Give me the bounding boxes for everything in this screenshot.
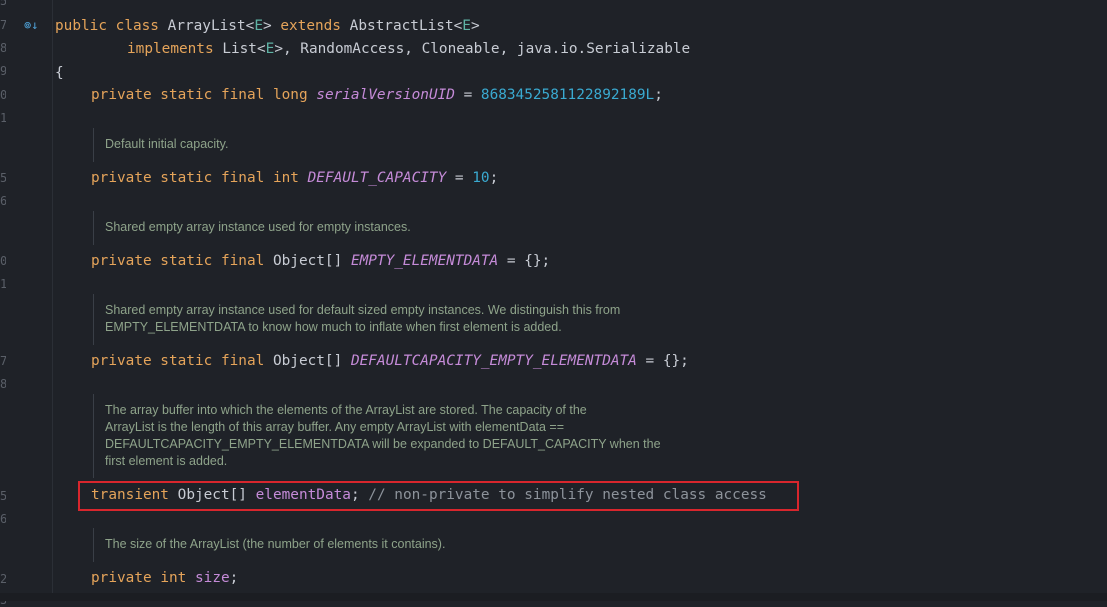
generic-e-2: E [462,18,471,34]
doc-line: DEFAULTCAPACITY_EMPTY_ELEMENTDATA will b… [105,437,661,451]
default-empty-rest: = {}; [636,353,689,369]
serial-semi: ; [654,87,663,103]
default-capacity-eq: = [446,170,473,186]
implements-generic-e: E [265,41,275,57]
keyword-transient: transient [91,487,169,503]
doc-line: ArrayList is the length of this array bu… [105,420,565,434]
implements-rest: , RandomAccess, Cloneable, java.io.Seria… [282,41,691,57]
doc-elementdata: The array buffer into which the elements… [93,394,661,478]
interface-list[interactable]: List [222,41,257,57]
keyword-extends: extends [280,18,341,34]
serial-modifiers: private static final [91,87,265,103]
serial-type: long [272,87,308,103]
default-empty-type: Object[] [272,353,343,369]
gt-1: > [262,18,272,34]
keyword-public: public [55,18,107,34]
line-number: 7 [0,18,6,32]
doc-line: Shared empty array instance used for def… [105,303,621,317]
serial-eq: = [454,87,481,103]
element-data-name[interactable]: elementData [256,487,351,503]
doc-size: The size of the ArrayList (the number of… [93,528,445,562]
empty-elementdata-type: Object[] [272,253,343,269]
size-type: int [160,570,187,586]
code-editor[interactable]: public class ArrayList<E> extends Abstra… [55,0,1107,601]
line-number: 9 [0,64,6,78]
line-number: 7 [0,354,6,368]
size-name[interactable]: size [195,570,230,586]
default-capacity-line: private static final int DEFAULT_CAPACIT… [91,167,498,189]
line-number: 5 [0,171,6,185]
serial-field-name[interactable]: serialVersionUID [316,87,455,103]
doc-default-empty-elementdata: Shared empty array instance used for def… [93,294,620,345]
element-data-type: Object[] [177,487,247,503]
doc-line: EMPTY_ELEMENTDATA to know how much to in… [105,320,562,334]
doc-default-capacity: Default initial capacity. [93,128,228,162]
line-number: 6 [0,512,6,526]
line-number: 0 [0,254,6,268]
lt-1: < [245,18,255,34]
implements-icon[interactable]: ⊚↓ [24,17,40,33]
empty-elementdata-modifiers: private static final [91,253,265,269]
size-line: private int size; [91,567,238,589]
empty-elementdata-name[interactable]: EMPTY_ELEMENTDATA [351,253,498,269]
serial-value: 8683452581122892189L [480,87,655,103]
open-brace: { [55,65,64,81]
size-modifiers: private [91,570,152,586]
class-declaration-line: public class ArrayList<E> extends Abstra… [55,15,480,37]
default-capacity-modifiers: private static final [91,170,265,186]
line-number: 6 [0,194,6,208]
line-number: 8 [0,377,6,391]
default-empty-modifiers: private static final [91,353,265,369]
line-number: 8 [0,41,6,55]
implements-gt: > [274,41,283,57]
default-empty-name[interactable]: DEFAULTCAPACITY_EMPTY_ELEMENTDATA [351,353,637,369]
doc-line: Shared empty array instance used for emp… [105,220,411,234]
class-name[interactable]: ArrayList [168,18,246,34]
keyword-implements: implements [127,41,214,57]
line-number: 0 [0,88,6,102]
empty-elementdata-line: private static final Object[] EMPTY_ELEM… [91,250,550,272]
line-number: 1 [0,277,6,291]
doc-line: The array buffer into which the elements… [105,403,587,417]
default-capacity-value: 10 [472,170,490,186]
default-capacity-name[interactable]: DEFAULT_CAPACITY [308,170,447,186]
doc-line: Default initial capacity. [105,137,229,151]
line-number: 1 [0,111,6,125]
line-number-gutter: ⊚↓ 5789015601785623 [0,0,53,607]
doc-empty-elementdata: Shared empty array instance used for emp… [93,211,411,245]
gt-2: > [470,18,480,34]
lt-2: < [453,18,463,34]
implements-line: implements List<E>, RandomAccess, Clonea… [127,38,690,60]
element-data-comment: // non-private to simplify nested class … [368,487,767,503]
implements-lt: < [256,41,266,57]
default-capacity-semi: ; [489,170,499,186]
serial-version-line: private static final long serialVersionU… [91,84,663,106]
keyword-class: class [115,18,159,34]
line-number: 5 [0,0,6,8]
line-number: 2 [0,572,6,586]
generic-e-1: E [254,18,263,34]
element-data-semi: ; [350,487,360,503]
empty-elementdata-rest: = {}; [498,253,551,269]
default-capacity-type: int [272,170,299,186]
super-class-name[interactable]: AbstractList [350,18,454,34]
doc-line: first element is added. [105,454,228,468]
size-semi: ; [229,570,239,586]
bottom-bar [0,593,1107,601]
line-number: 5 [0,489,6,503]
doc-line: The size of the ArrayList (the number of… [105,537,446,551]
default-empty-elementdata-line: private static final Object[] DEFAULTCAP… [91,350,689,372]
element-data-line: transient Object[] elementData; // non-p… [91,484,767,506]
